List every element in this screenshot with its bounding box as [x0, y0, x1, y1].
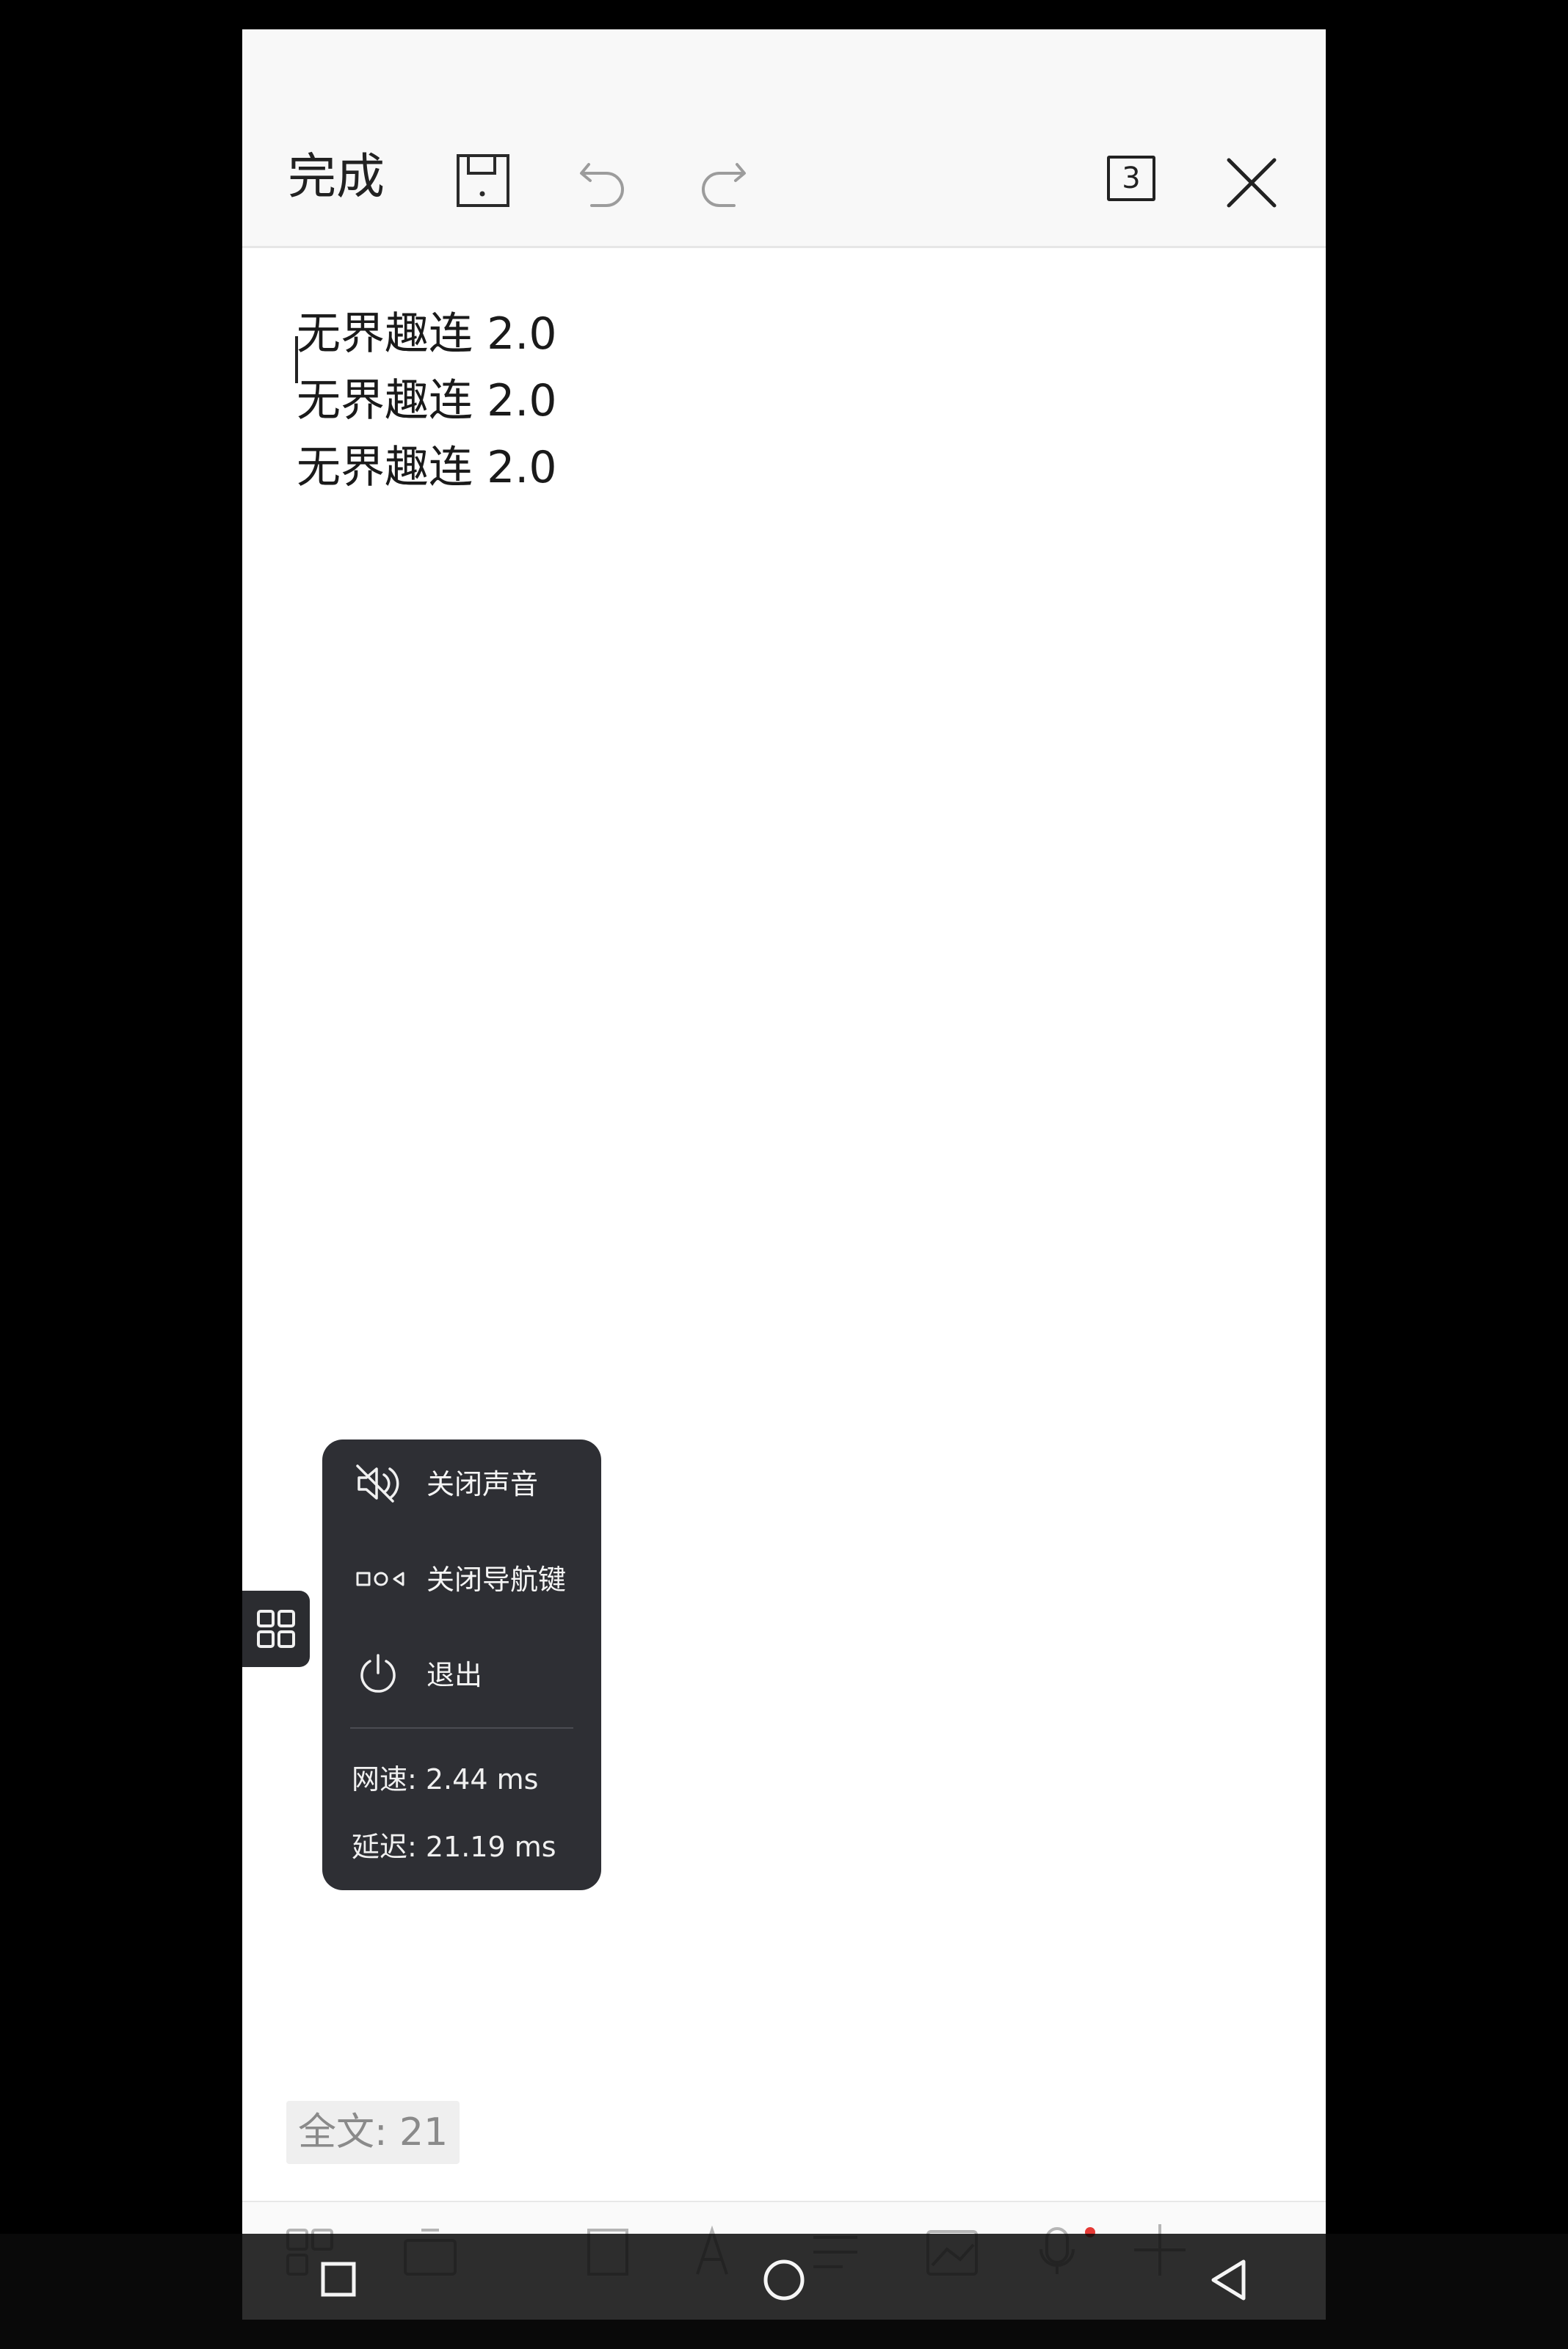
- save-icon[interactable]: [455, 153, 511, 208]
- hide-nav-keys-label: 关闭导航键: [427, 1564, 567, 1596]
- phone-screen: 完成 3 无界趣连 2.0 无界趣连 2.0 无界趣连 2.0 全文: 21: [242, 29, 1326, 2320]
- grid-icon: [257, 1610, 295, 1648]
- text-editor[interactable]: 无界趣连 2.0 无界趣连 2.0 无界趣连 2.0: [295, 301, 1251, 501]
- mute-sound-item[interactable]: 关闭声音: [322, 1447, 601, 1520]
- floating-menu-toggle[interactable]: [242, 1591, 310, 1667]
- editor-line[interactable]: 无界趣连 2.0: [297, 301, 1251, 368]
- nav-keys-icon: [356, 1572, 404, 1586]
- power-icon: [360, 1654, 396, 1693]
- exit-item[interactable]: 退出: [322, 1638, 601, 1711]
- hide-nav-keys-item[interactable]: 关闭导航键: [322, 1542, 601, 1616]
- editor-line[interactable]: 无界趣连 2.0: [297, 435, 1251, 501]
- editor-toolbar: 完成 3: [242, 29, 1326, 248]
- close-icon[interactable]: [1226, 157, 1277, 208]
- menu-divider: [350, 1727, 573, 1729]
- latency-text: 延迟: 21.19 ms: [352, 1831, 556, 1863]
- text-caret: [295, 336, 298, 383]
- system-navigation-bar: [0, 2234, 1568, 2349]
- floating-control-menu: 关闭声音 关闭导航键 退出 网速: 2.44 ms 延迟: 21.19 ms: [322, 1439, 601, 1890]
- network-speed-text: 网速: 2.44 ms: [352, 1763, 539, 1796]
- mute-icon: [356, 1464, 399, 1503]
- home-circle-icon[interactable]: [763, 2259, 805, 2301]
- page-count-badge[interactable]: 3: [1107, 156, 1155, 201]
- editor-line[interactable]: 无界趣连 2.0: [297, 368, 1251, 435]
- exit-label: 退出: [427, 1659, 483, 1691]
- done-button[interactable]: 完成: [288, 153, 385, 201]
- redo-icon[interactable]: [697, 154, 749, 208]
- recents-square-icon[interactable]: [321, 2262, 356, 2297]
- word-count-badge: 全文: 21: [286, 2101, 460, 2164]
- undo-icon[interactable]: [577, 154, 628, 208]
- mute-sound-label: 关闭声音: [427, 1468, 539, 1500]
- back-triangle-icon[interactable]: [1210, 2259, 1246, 2301]
